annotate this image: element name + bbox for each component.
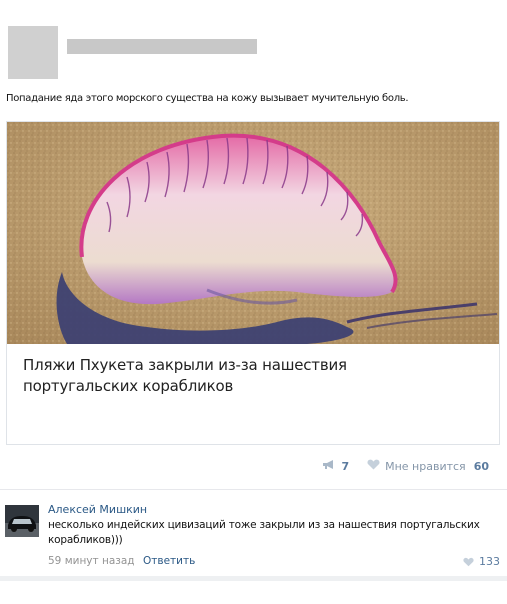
commenter-avatar[interactable] <box>5 505 39 537</box>
author-avatar-placeholder[interactable] <box>8 26 58 79</box>
megaphone-icon[interactable] <box>322 459 336 473</box>
like-label[interactable]: Мне нравится <box>385 460 466 473</box>
link-card[interactable]: Пляжи Пхукета закрыли из-за нашествия по… <box>6 121 500 445</box>
like-count[interactable]: 60 <box>474 460 489 473</box>
comment-like-count: 133 <box>479 555 500 568</box>
comment-time[interactable]: 59 минут назад <box>48 555 135 567</box>
heart-icon[interactable] <box>367 459 380 473</box>
post-text: Попадание яда этого морского существа на… <box>6 93 409 104</box>
comment-like-button[interactable]: 133 <box>463 555 500 568</box>
author-name-redacted[interactable] <box>67 39 257 54</box>
post-actions: 7 Мне нравится 60 <box>322 459 489 473</box>
divider <box>0 489 507 490</box>
card-title[interactable]: Пляжи Пхукета закрыли из-за нашествия по… <box>23 355 463 397</box>
reply-button[interactable]: Ответить <box>143 555 195 567</box>
comment-text: несколько индейских цивизаций тоже закры… <box>48 519 480 546</box>
share-count[interactable]: 7 <box>341 460 349 473</box>
man-o-war-illustration <box>7 122 499 344</box>
comment-author[interactable]: Алексей Мишкин <box>48 503 147 516</box>
heart-icon <box>463 557 474 566</box>
bottom-divider <box>0 576 507 581</box>
card-image[interactable] <box>7 122 499 344</box>
